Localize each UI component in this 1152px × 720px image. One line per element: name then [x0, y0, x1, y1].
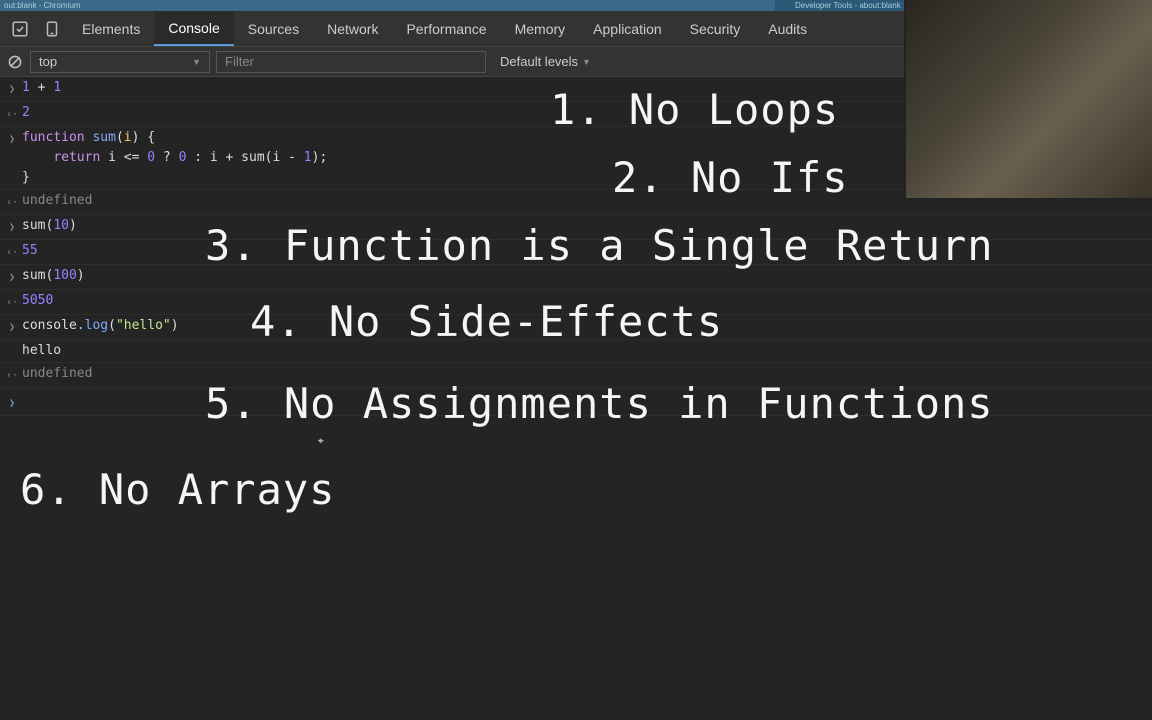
tab-audits[interactable]: Audits	[754, 11, 821, 46]
console-row-in: ❯sum(10)	[0, 215, 1152, 240]
tab-performance[interactable]: Performance	[392, 11, 500, 46]
context-value: top	[39, 54, 57, 69]
chevron-down-icon: ▼	[582, 57, 591, 67]
console-row-out: ‹·undefined	[0, 363, 1152, 388]
chevron-right-icon: ❯	[9, 80, 15, 100]
return-icon: ‹·	[6, 193, 18, 213]
chevron-right-icon: ❯	[9, 218, 15, 238]
titlebar-center: Developer Tools - about:blank	[775, 0, 921, 11]
titlebar-left: out:blank - Chromium	[0, 1, 775, 10]
tab-sources[interactable]: Sources	[234, 11, 313, 46]
chevron-right-icon: ❯	[9, 318, 15, 338]
return-icon: ‹·	[6, 366, 18, 386]
tab-application[interactable]: Application	[579, 11, 676, 46]
chevron-right-icon: ❯	[9, 268, 15, 288]
levels-select[interactable]: Default levels ▼	[492, 54, 599, 69]
mouse-cursor: ⌖	[318, 436, 324, 447]
tab-console[interactable]: Console	[154, 11, 233, 46]
webcam-overlay	[904, 0, 1152, 200]
rule-item: 6. No Arrays	[20, 468, 335, 512]
console-row-out: ‹·55	[0, 240, 1152, 265]
tab-memory[interactable]: Memory	[501, 11, 580, 46]
filter-input[interactable]	[216, 51, 486, 73]
context-select[interactable]: top ▼	[30, 51, 210, 73]
console-row-out: ‹·5050	[0, 290, 1152, 315]
levels-label: Default levels	[500, 54, 578, 69]
return-icon: ‹·	[6, 243, 18, 263]
tab-security[interactable]: Security	[676, 11, 755, 46]
console-row-in: ❯sum(100)	[0, 265, 1152, 290]
console-row-log: hello	[0, 340, 1152, 363]
console-row-prompt: ❯	[0, 388, 1152, 416]
chevron-right-icon: ❯	[9, 130, 15, 150]
console-row-in: ❯console.log("hello")	[0, 315, 1152, 340]
clear-console-icon[interactable]	[6, 53, 24, 71]
tab-network[interactable]: Network	[313, 11, 392, 46]
tab-elements[interactable]: Elements	[68, 11, 154, 46]
chevron-right-icon: ❯	[9, 394, 15, 414]
return-icon: ‹·	[6, 105, 18, 125]
inspect-icon[interactable]	[8, 17, 32, 41]
device-icon[interactable]	[40, 17, 64, 41]
chevron-down-icon: ▼	[192, 57, 201, 67]
return-icon: ‹·	[6, 293, 18, 313]
